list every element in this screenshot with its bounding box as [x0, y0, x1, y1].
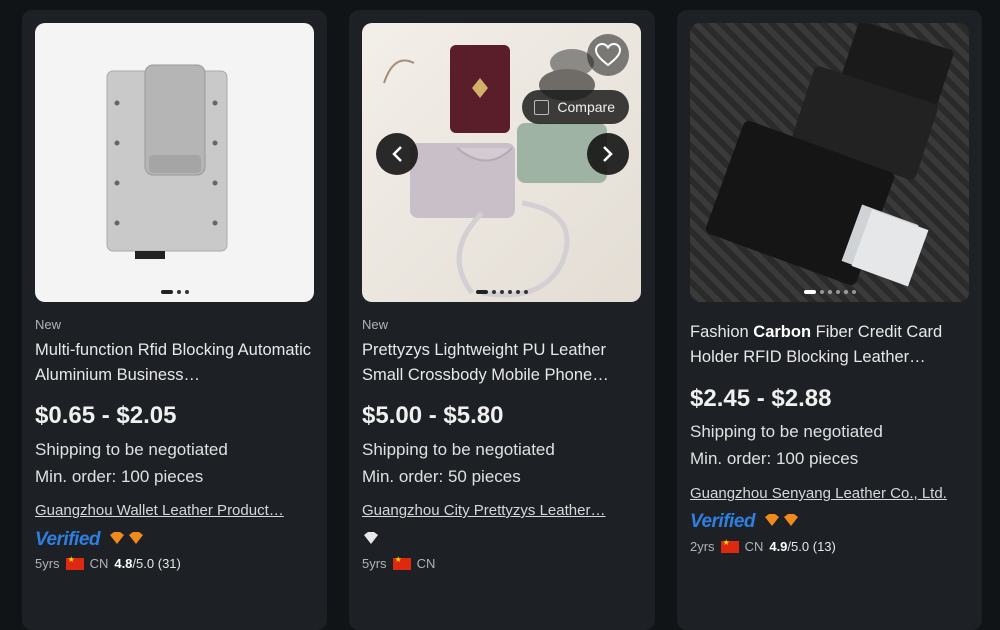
diamond-icon — [362, 531, 380, 550]
country-label: CN — [744, 539, 764, 554]
product-title[interactable]: Multi-function Rfid Blocking Automatic A… — [35, 338, 315, 388]
new-tag: New — [362, 317, 389, 332]
shipping-info: Shipping to be negotiated — [35, 440, 228, 459]
compare-button[interactable]: Compare — [522, 90, 629, 124]
shipping-info: Shipping to be negotiated — [362, 440, 555, 459]
product-image[interactable] — [690, 23, 969, 302]
cn-flag-icon — [720, 538, 739, 553]
product-grid: New Multi-function Rfid Blocking Automat… — [0, 0, 1000, 630]
compare-checkbox[interactable] — [534, 99, 550, 115]
chevron-right-icon — [603, 146, 613, 162]
supplier-meta: 5yrs CN — [362, 555, 436, 572]
product-card[interactable]: New Multi-function Rfid Blocking Automat… — [22, 10, 327, 630]
favorite-button[interactable] — [587, 34, 629, 76]
years-label: 5yrs — [35, 556, 60, 571]
product-price: $2.45 - $2.88 — [690, 385, 832, 412]
min-order: Min. order: 100 pieces — [35, 467, 204, 486]
product-title[interactable]: Prettyzys Lightweight PU Leather Small C… — [362, 338, 642, 388]
carousel-dots[interactable] — [690, 290, 969, 294]
badges: Verified — [35, 529, 146, 551]
carousel-dots[interactable] — [362, 290, 641, 294]
product-card[interactable]: Compare New Prettyzys Lightweight PU Lea… — [349, 10, 655, 630]
product-price: $0.65 - $2.05 — [35, 402, 177, 429]
shipping-info: Shipping to be negotiated — [690, 422, 883, 441]
product-card[interactable]: Fashion Carbon Fiber Credit Card Holder … — [677, 10, 982, 630]
country-label: CN — [89, 556, 109, 571]
years-label: 5yrs — [362, 556, 387, 571]
rating: 4.8/5.0 (31) — [114, 556, 181, 571]
verified-badge[interactable]: Verified — [35, 529, 101, 551]
supplier-link[interactable]: Guangzhou City Prettyzys Leather… — [362, 502, 642, 519]
heart-icon — [595, 43, 621, 67]
new-tag: New — [35, 317, 62, 332]
supplier-meta: 2yrs CN 4.9/5.0 (13) — [690, 538, 836, 555]
min-order: Min. order: 100 pieces — [690, 449, 859, 468]
wallet-image — [106, 64, 228, 259]
diamond-icon — [108, 531, 146, 550]
years-label: 2yrs — [690, 539, 715, 554]
supplier-link[interactable]: Guangzhou Wallet Leather Product… — [35, 502, 315, 519]
carousel-next-button[interactable] — [587, 133, 629, 175]
verified-badge[interactable]: Verified — [690, 511, 756, 533]
product-image[interactable]: Compare — [362, 23, 641, 302]
rating: 4.9/5.0 (13) — [769, 539, 836, 554]
supplier-meta: 5yrs CN 4.8/5.0 (31) — [35, 555, 181, 572]
product-price: $5.00 - $5.80 — [362, 402, 504, 429]
badges: Verified — [690, 511, 801, 533]
chevron-left-icon — [392, 146, 402, 162]
min-order: Min. order: 50 pieces — [362, 467, 521, 486]
diamond-icon — [763, 513, 801, 532]
compare-label: Compare — [557, 99, 615, 115]
carousel-dots[interactable] — [35, 290, 314, 294]
cn-flag-icon — [392, 555, 411, 570]
badges — [362, 531, 380, 550]
card-holder-image — [705, 23, 954, 287]
product-image[interactable] — [35, 23, 314, 302]
country-label: CN — [416, 556, 436, 571]
cn-flag-icon — [65, 555, 84, 570]
supplier-link[interactable]: Guangzhou Senyang Leather Co., Ltd. — [690, 485, 970, 502]
carousel-prev-button[interactable] — [376, 133, 418, 175]
product-title[interactable]: Fashion Carbon Fiber Credit Card Holder … — [690, 320, 970, 370]
